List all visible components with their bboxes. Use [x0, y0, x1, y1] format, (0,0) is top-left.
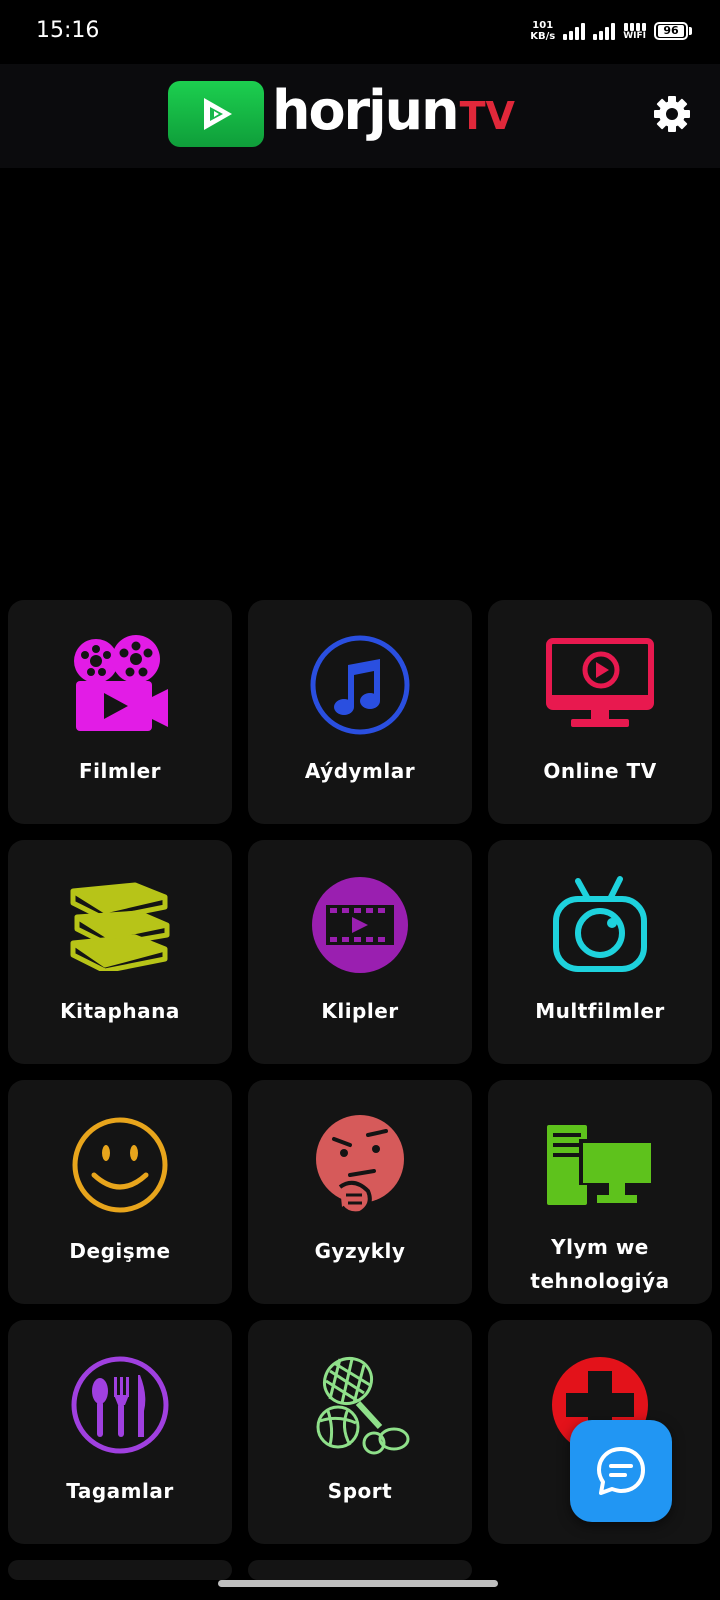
network-speed: 101 KB/s [530, 20, 556, 42]
tile-klipler[interactable]: Klipler [248, 840, 472, 1064]
tile-label: Degişme [69, 1239, 171, 1263]
chat-bubble-icon [597, 1447, 645, 1495]
computer-icon [545, 1110, 655, 1220]
status-time: 15:16 [36, 18, 100, 43]
thinking-face-icon [305, 1110, 415, 1220]
smiley-icon [65, 1110, 175, 1220]
tv-play-icon [545, 630, 655, 740]
tile-label: Gyzykly [314, 1239, 406, 1263]
signal-icon-2 [593, 22, 616, 40]
tile-degisme[interactable]: Degişme [8, 1080, 232, 1304]
tile-label: Multfilmler [535, 999, 665, 1023]
tile-kitaphana[interactable]: Kitaphana [8, 840, 232, 1064]
tile-label: Tagamlar [66, 1479, 174, 1503]
books-icon [65, 870, 175, 980]
app-header: horjunTV [0, 64, 720, 168]
tile-multfilmler[interactable]: Multfilmler [488, 840, 712, 1064]
battery-icon: 96 [654, 22, 692, 40]
tile-aydymlar[interactable]: Aýdymlar [248, 600, 472, 824]
tile-ylym-we-tehnologiya[interactable]: Ylym we tehnologiýa [488, 1080, 712, 1304]
chat-button[interactable] [570, 1420, 672, 1522]
tile-partial[interactable] [8, 1560, 232, 1580]
tile-online-tv[interactable]: Online TV [488, 600, 712, 824]
tile-label: Filmler [79, 759, 161, 783]
signal-icon [563, 22, 586, 40]
video-clip-icon [305, 870, 415, 980]
tile-label: Ylym we tehnologiýa [530, 1235, 670, 1293]
tile-filmler[interactable]: Filmler [8, 600, 232, 824]
wifi-icon: WIFI [623, 21, 646, 41]
logo-text: horjunTV [272, 79, 515, 142]
tile-sport[interactable]: Sport [248, 1320, 472, 1544]
retro-tv-icon [545, 870, 655, 980]
film-projector-icon [65, 630, 175, 740]
logo-play-icon [168, 80, 264, 147]
tile-gyzykly[interactable]: Gyzykly [248, 1080, 472, 1304]
tile-label: Sport [327, 1479, 393, 1503]
settings-gear-button[interactable] [652, 94, 692, 134]
gear-icon [654, 96, 690, 132]
tile-label: Aýdymlar [304, 759, 416, 783]
status-bar: 15:16 101 KB/s WIFI 96 [0, 0, 720, 64]
cutlery-icon [65, 1350, 175, 1460]
sport-balls-icon [305, 1350, 415, 1460]
tile-tagamlar[interactable]: Tagamlar [8, 1320, 232, 1544]
battery-level: 96 [658, 25, 684, 37]
tile-label: Klipler [321, 999, 399, 1023]
home-indicator[interactable] [218, 1580, 498, 1587]
status-icons: 101 KB/s WIFI 96 [530, 20, 692, 42]
tile-partial[interactable] [248, 1560, 472, 1580]
music-note-icon [305, 630, 415, 740]
app-logo: horjunTV [168, 78, 515, 149]
tile-label: Kitaphana [60, 999, 180, 1023]
tile-label: Online TV [543, 759, 657, 783]
